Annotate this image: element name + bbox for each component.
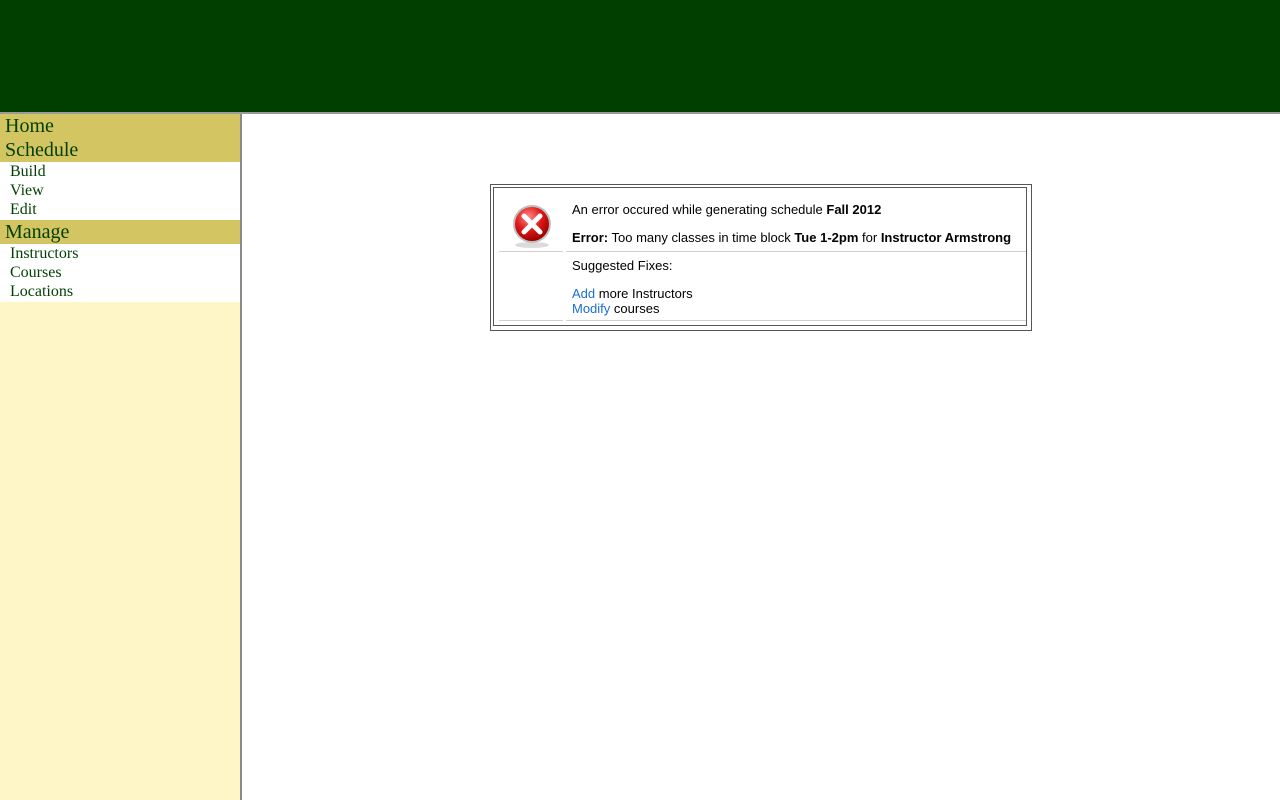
schedule-submenu: Build View Edit — [0, 162, 240, 220]
fix-add-instructors: Add more Instructors — [572, 286, 693, 301]
error-intro-text: An error occured while generating schedu… — [572, 202, 823, 217]
error-message-cell: An error occured while generating schedu… — [566, 193, 1026, 252]
fixes-spacer-cell — [499, 254, 563, 321]
fix2-text: courses — [613, 301, 660, 316]
nav-manage-locations[interactable]: Locations — [0, 282, 240, 301]
modify-courses-link[interactable]: Modify — [572, 301, 610, 316]
nav-schedule[interactable]: Schedule — [0, 138, 240, 162]
error-text-a: Too many classes in time block — [611, 230, 791, 245]
nav-schedule-edit[interactable]: Edit — [0, 200, 240, 219]
error-label: Error: — [572, 230, 609, 245]
schedule-name: Fall 2012 — [826, 202, 882, 217]
nav-manage-instructors[interactable]: Instructors — [0, 244, 240, 263]
top-banner — [0, 0, 1280, 112]
suggested-fixes-cell: Suggested Fixes: Add more Instructors Mo… — [566, 254, 1026, 321]
main-content: An error occured while generating schedu… — [242, 114, 1280, 800]
nav-schedule-build[interactable]: Build — [0, 162, 240, 181]
error-x-icon — [513, 205, 551, 248]
error-dialog-inner: An error occured while generating schedu… — [493, 187, 1027, 326]
error-detail-line: Error: Too many classes in time block Tu… — [572, 230, 1011, 245]
error-dialog: An error occured while generating schedu… — [490, 184, 1032, 331]
nav-home[interactable]: Home — [0, 114, 240, 138]
nav-schedule-view[interactable]: View — [0, 181, 240, 200]
fix-modify-courses: Modify courses — [572, 301, 659, 316]
nav-manage-courses[interactable]: Courses — [0, 263, 240, 282]
sidebar: Home Schedule Build View Edit Manage Ins… — [0, 114, 242, 800]
error-intro-line: An error occured while generating schedu… — [572, 202, 881, 217]
error-icon-cell — [499, 193, 563, 252]
add-instructors-link[interactable]: Add — [572, 286, 595, 301]
fix1-text: more Instructors — [598, 286, 693, 301]
error-text-b: for — [862, 230, 878, 245]
instructor-name: Instructor Armstrong — [880, 230, 1012, 245]
manage-submenu: Instructors Courses Locations — [0, 244, 240, 302]
time-block: Tue 1-2pm — [794, 230, 859, 245]
nav-manage[interactable]: Manage — [0, 220, 240, 244]
suggested-fixes-title: Suggested Fixes: — [572, 258, 673, 273]
